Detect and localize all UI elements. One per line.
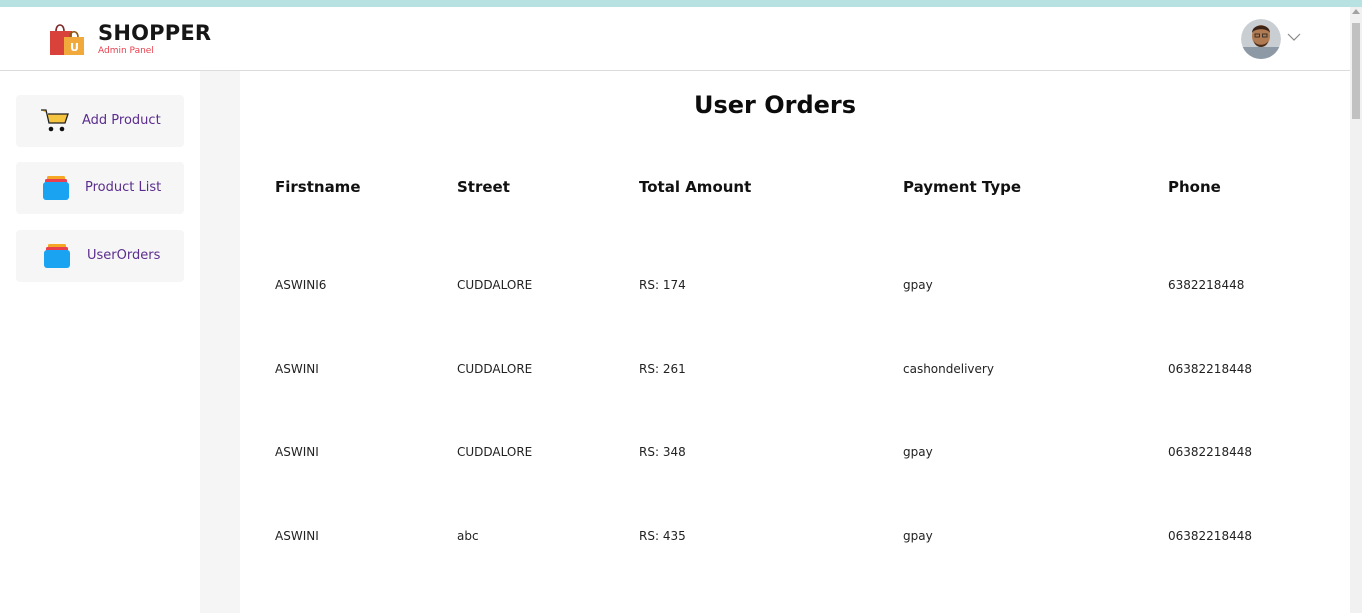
cell-street: CUDDALORE <box>457 362 533 376</box>
cell-phone: 06382218448 <box>1168 529 1252 543</box>
column-header-street: Street <box>457 178 510 196</box>
column-header-payment-type: Payment Type <box>903 178 1022 196</box>
sidebar-item-label: UserOrders <box>87 248 161 263</box>
brand: SHOPPER Admin Panel <box>98 21 211 56</box>
shopping-bag-logo-icon: U <box>48 19 88 59</box>
cell-firstname: ASWINI <box>275 445 319 459</box>
cell-firstname: ASWINI <box>275 529 319 543</box>
cell-payment-type: gpay <box>903 529 933 543</box>
sidebar-item-label: Add Product <box>82 113 161 128</box>
cell-payment-type: cashondelivery <box>903 362 994 376</box>
sidebar-item-label: Product List <box>85 180 162 195</box>
stack-icon <box>43 242 75 270</box>
cart-icon <box>40 107 72 135</box>
cell-street: CUDDALORE <box>457 278 533 292</box>
scroll-up-arrow-icon[interactable] <box>1352 9 1360 14</box>
cell-street: abc <box>457 529 479 543</box>
column-header-total-amount: Total Amount <box>639 178 752 196</box>
cell-payment-type: gpay <box>903 278 933 292</box>
cell-street: CUDDALORE <box>457 445 533 459</box>
chevron-down-icon[interactable] <box>1286 29 1302 45</box>
browser-top-strip <box>0 0 1362 7</box>
cell-phone: 06382218448 <box>1168 445 1252 459</box>
cell-total-amount: RS: 348 <box>639 445 686 459</box>
column-header-phone: Phone <box>1168 178 1221 196</box>
sidebar-item-user-orders[interactable]: UserOrders <box>16 230 184 282</box>
column-header-firstname: Firstname <box>275 178 361 196</box>
user-avatar[interactable] <box>1241 19 1281 59</box>
cell-total-amount: RS: 174 <box>639 278 686 292</box>
sidebar: Add Product Product List UserOrders <box>0 71 200 613</box>
cell-firstname: ASWINI <box>275 362 319 376</box>
content-gutter <box>200 71 240 613</box>
sidebar-item-product-list[interactable]: Product List <box>16 162 184 214</box>
page-title: User Orders <box>693 91 857 119</box>
cell-phone: 6382218448 <box>1168 278 1245 292</box>
cell-payment-type: gpay <box>903 445 933 459</box>
svg-text:U: U <box>70 41 79 54</box>
cell-firstname: ASWINI6 <box>275 278 327 292</box>
cell-total-amount: RS: 435 <box>639 529 686 543</box>
brand-title: SHOPPER <box>98 21 212 45</box>
page-scrollbar[interactable] <box>1350 7 1362 613</box>
stack-icon <box>42 174 74 202</box>
main-content: User Orders Firstname Street Total Amoun… <box>240 71 1350 613</box>
navbar: U SHOPPER Admin Panel <box>0 7 1350 71</box>
brand-subtitle: Admin Panel <box>98 46 154 56</box>
sidebar-item-add-product[interactable]: Add Product <box>16 95 184 147</box>
cell-total-amount: RS: 261 <box>639 362 686 376</box>
cell-phone: 06382218448 <box>1168 362 1252 376</box>
scrollbar-thumb[interactable] <box>1352 23 1360 119</box>
